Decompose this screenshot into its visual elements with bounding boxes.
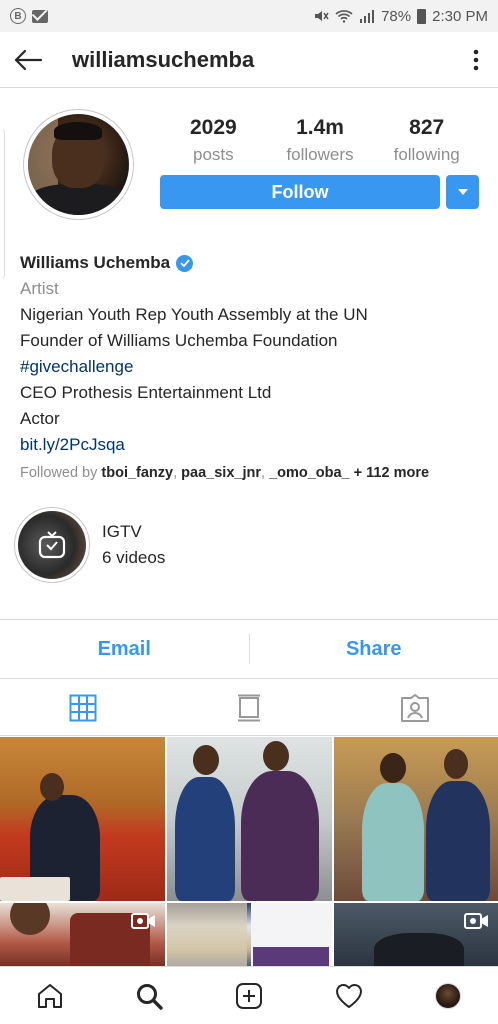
tab-grid[interactable] bbox=[0, 680, 166, 735]
stat-followers[interactable]: 1.4m followers bbox=[267, 115, 374, 165]
profile-stats: 2029 posts 1.4m followers 827 following bbox=[160, 115, 480, 165]
add-icon bbox=[235, 982, 262, 1009]
bio-line: Founder of Williams Uchemba Foundation bbox=[20, 331, 338, 350]
triangle-down-icon bbox=[457, 189, 468, 195]
clock: 2:30 PM bbox=[432, 7, 488, 25]
bio-line: Actor bbox=[20, 409, 60, 428]
suggested-dropdown-button[interactable] bbox=[446, 175, 479, 209]
igtv-text: IGTV 6 videos bbox=[102, 522, 165, 568]
full-name: Williams Uchemba bbox=[20, 253, 171, 272]
stat-following-value: 827 bbox=[409, 116, 445, 139]
stat-following-label: following bbox=[393, 145, 460, 164]
share-button[interactable]: Share bbox=[250, 638, 498, 661]
profile-bio: Williams Uchemba Artist Nigerian Youth R… bbox=[20, 250, 480, 486]
email-button[interactable]: Email bbox=[0, 638, 249, 661]
signal-icon bbox=[360, 10, 375, 23]
stat-followers-label: followers bbox=[286, 145, 354, 164]
profile-avatar[interactable] bbox=[23, 109, 134, 220]
igtv-icon bbox=[38, 531, 66, 559]
nav-profile[interactable] bbox=[398, 967, 498, 1024]
video-icon bbox=[464, 913, 488, 929]
bio-category: Artist bbox=[20, 279, 59, 298]
grid-icon bbox=[69, 694, 97, 721]
tagged-icon bbox=[401, 693, 429, 722]
mute-icon bbox=[315, 11, 329, 21]
igtv-count: 6 videos bbox=[102, 548, 166, 567]
verified-badge-icon bbox=[176, 254, 194, 272]
mail-icon bbox=[32, 9, 48, 23]
igtv-highlight[interactable]: IGTV 6 videos bbox=[14, 507, 165, 583]
profile-avatar bbox=[435, 982, 462, 1009]
stat-posts[interactable]: 2029 posts bbox=[160, 115, 267, 165]
follower-name: tboi_fanzy bbox=[101, 465, 174, 481]
nav-add[interactable] bbox=[199, 967, 299, 1024]
followed-by-more: + 112 more bbox=[353, 465, 430, 481]
post-grid bbox=[0, 737, 498, 969]
video-icon bbox=[131, 913, 155, 929]
stat-followers-value: 1.4m bbox=[296, 116, 344, 139]
vertical-dots-icon bbox=[473, 49, 479, 70]
status-right: 78% 2:30 PM bbox=[313, 8, 488, 25]
search-icon bbox=[137, 983, 164, 1010]
nav-activity[interactable] bbox=[299, 967, 399, 1024]
nav-home[interactable] bbox=[0, 967, 100, 1024]
wifi-icon bbox=[335, 10, 353, 23]
igtv-thumbnail bbox=[18, 511, 86, 579]
battery-percent: 78% bbox=[381, 7, 412, 25]
left-edge-indicator bbox=[0, 129, 5, 279]
back-button[interactable] bbox=[0, 32, 56, 88]
status-left: B bbox=[10, 8, 48, 24]
username-title: williamsuchemba bbox=[72, 46, 255, 72]
arrow-left-icon bbox=[14, 49, 43, 70]
igtv-ring bbox=[14, 507, 90, 583]
post-thumbnail[interactable] bbox=[334, 903, 498, 969]
followed-by-prefix: Followed by bbox=[20, 465, 98, 481]
stat-following[interactable]: 827 following bbox=[373, 115, 480, 165]
profile-header: williamsuchemba bbox=[0, 32, 498, 88]
post-thumbnail[interactable] bbox=[0, 737, 165, 901]
profile-view-tabs bbox=[0, 680, 498, 736]
bio-line: CEO Prothesis Entertainment Ltd bbox=[20, 383, 272, 402]
nav-search[interactable] bbox=[100, 967, 200, 1024]
stat-posts-label: posts bbox=[193, 145, 234, 164]
follower-name: paa_six_jnr bbox=[181, 465, 261, 481]
stat-posts-value: 2029 bbox=[189, 116, 237, 139]
bio-website-link[interactable]: bit.ly/2PcJsqa bbox=[20, 432, 480, 458]
battery-icon bbox=[417, 8, 427, 24]
bio-line: Nigerian Youth Rep Youth Assembly at the… bbox=[20, 305, 368, 324]
post-thumbnail[interactable] bbox=[0, 903, 165, 969]
follow-button[interactable]: Follow bbox=[160, 175, 440, 209]
bottom-navigation bbox=[0, 966, 498, 1024]
igtv-title: IGTV bbox=[102, 522, 142, 541]
heart-icon bbox=[335, 983, 362, 1008]
status-bar: B 78% 2:30 PM bbox=[0, 0, 498, 32]
post-thumbnail[interactable] bbox=[167, 903, 332, 969]
more-options-button[interactable] bbox=[454, 32, 498, 88]
profile-summary: 2029 posts 1.4m followers 827 following … bbox=[0, 89, 498, 279]
post-thumbnail[interactable] bbox=[167, 737, 332, 901]
avatar-image bbox=[28, 114, 129, 215]
bio-name-row: Williams Uchemba bbox=[20, 250, 480, 276]
followed-by-row[interactable]: Followed by tboi_fanzy, paa_six_jnr, _om… bbox=[20, 460, 480, 486]
contact-actions: Email Share bbox=[0, 619, 498, 679]
post-thumbnail[interactable] bbox=[334, 737, 498, 901]
tab-tagged[interactable] bbox=[332, 680, 498, 735]
feed-icon bbox=[238, 694, 260, 721]
b-badge-icon: B bbox=[10, 8, 26, 24]
home-icon bbox=[37, 983, 62, 1008]
bio-hashtag-link[interactable]: #givechallenge bbox=[20, 354, 480, 380]
tab-feed[interactable] bbox=[166, 680, 332, 735]
follower-name: _omo_oba_ bbox=[269, 465, 350, 481]
